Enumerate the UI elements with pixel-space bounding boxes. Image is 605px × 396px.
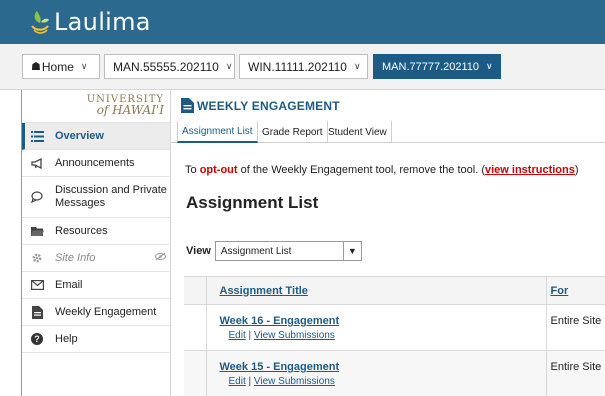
sidebar-item-overview[interactable]: Overview bbox=[22, 123, 170, 150]
view-filter: View Assignment List ▼ bbox=[186, 241, 362, 261]
action-separator: | bbox=[248, 330, 252, 341]
optout-highlight: opt-out bbox=[199, 164, 238, 176]
tab-assignment-list[interactable]: Assignment List bbox=[177, 121, 258, 143]
view-select-value: Assignment List bbox=[220, 245, 292, 257]
for-cell: Entire Site bbox=[546, 350, 605, 396]
for-cell: Entire Site bbox=[546, 304, 605, 351]
tab-student-view[interactable]: Student View bbox=[324, 121, 392, 143]
sidebar-item-label: Announcements bbox=[55, 156, 135, 169]
tab-grade-report[interactable]: Grade Report bbox=[258, 121, 328, 143]
row-spacer bbox=[184, 350, 207, 396]
edit-link[interactable]: Edit bbox=[229, 376, 246, 387]
site-tab-win11111[interactable]: WIN.11111.202110 ∨ bbox=[239, 54, 368, 79]
tool-content: WEEKLY ENGAGEMENT Assignment List Grade … bbox=[171, 90, 605, 396]
site-tab-label: WIN.11111.202110 bbox=[248, 59, 347, 74]
tool-menu: UNIVERSITY of HAWAI'I Overview Announcem… bbox=[22, 90, 171, 396]
tab-label: Student View bbox=[328, 126, 387, 138]
gear-icon bbox=[30, 251, 44, 265]
assignment-cell: Week 16 - Engagement Edit | View Submiss… bbox=[206, 304, 547, 351]
chevron-down-icon: ∨ bbox=[486, 61, 493, 71]
university-logo: UNIVERSITY of HAWAI'I bbox=[22, 90, 170, 123]
row-spacer bbox=[184, 304, 207, 351]
view-submissions-link[interactable]: View Submissions bbox=[254, 330, 335, 341]
envelope-icon bbox=[30, 278, 44, 292]
laulima-logo-icon bbox=[31, 11, 49, 34]
site-tab-label: MAN.55555.202110 bbox=[113, 59, 219, 74]
column-header-for[interactable]: For bbox=[546, 276, 605, 305]
tool-title-text: WEEKLY ENGAGEMENT bbox=[197, 98, 340, 113]
sidebar-item-announcements[interactable]: Announcements bbox=[22, 150, 170, 177]
sidebar-item-label: Weekly Engagement bbox=[55, 305, 157, 318]
dropdown-arrow-icon: ▼ bbox=[342, 242, 361, 260]
row-actions: Edit | View Submissions bbox=[229, 376, 546, 387]
optout-notice: To opt-out of the Weekly Engagement tool… bbox=[185, 164, 579, 176]
chevron-down-icon: ∨ bbox=[225, 61, 233, 71]
assignment-title-link[interactable]: Week 16 - Engagement bbox=[220, 315, 546, 327]
sidebar-item-label: Help bbox=[55, 332, 78, 345]
left-strip bbox=[0, 90, 22, 396]
sidebar-item-email[interactable]: Email bbox=[22, 272, 170, 299]
view-label: View bbox=[186, 245, 211, 257]
site-tab-label: Home bbox=[41, 59, 74, 74]
site-nav: ☗ Home ∨ MAN.55555.202110 ∨ WIN.11111.20… bbox=[0, 44, 605, 90]
optout-middle: of the Weekly Engagement tool, remove th… bbox=[237, 164, 485, 176]
megaphone-icon bbox=[30, 156, 44, 170]
optout-suffix: ) bbox=[574, 164, 579, 176]
view-submissions-link[interactable]: View Submissions bbox=[254, 376, 335, 387]
site-tab-man77777[interactable]: MAN.77777.202110 ∨ bbox=[373, 54, 501, 79]
assignment-title-link[interactable]: Week 15 - Engagement bbox=[220, 361, 546, 373]
column-header-title[interactable]: Assignment Title bbox=[206, 276, 547, 305]
app-name[interactable]: Laulima bbox=[54, 8, 151, 36]
tool-title: WEEKLY ENGAGEMENT bbox=[181, 98, 340, 113]
sidebar-item-label: Resources bbox=[55, 224, 108, 237]
action-separator: | bbox=[248, 376, 252, 387]
site-tab-home[interactable]: ☗ Home ∨ bbox=[22, 54, 100, 79]
page-heading: Assignment List bbox=[186, 193, 319, 212]
sidebar-item-label: Discussion and Private Messages bbox=[55, 184, 167, 209]
row-actions: Edit | View Submissions bbox=[229, 330, 546, 341]
sidebar-item-weekly-engagement[interactable]: Weekly Engagement bbox=[22, 299, 170, 326]
view-select[interactable]: Assignment List ▼ bbox=[214, 241, 362, 261]
site-tab-man55555[interactable]: MAN.55555.202110 ∨ bbox=[104, 54, 235, 79]
for-value: Entire Site bbox=[550, 315, 602, 327]
sort-title-link[interactable]: Assignment Title bbox=[220, 285, 308, 297]
sidebar-item-label: Site Info bbox=[55, 251, 96, 264]
assignment-table: Assignment Title For Week 16 - Engagemen… bbox=[184, 276, 605, 396]
brand-line2: of HAWAI'I bbox=[96, 103, 164, 117]
tab-label: Assignment List bbox=[182, 125, 253, 137]
optout-prefix: To bbox=[185, 164, 200, 176]
sidebar-item-label: Overview bbox=[55, 129, 104, 142]
tool-tabs: Assignment List Grade Report Student Vie… bbox=[171, 121, 605, 143]
sidebar-item-help[interactable]: ? Help bbox=[22, 326, 170, 353]
for-value: Entire Site bbox=[550, 361, 602, 373]
app-header: Laulima bbox=[0, 0, 605, 44]
table-row: Week 15 - Engagement Edit | View Submiss… bbox=[184, 350, 605, 396]
edit-link[interactable]: Edit bbox=[229, 330, 246, 341]
view-instructions-link[interactable]: view instructions bbox=[485, 164, 575, 176]
chat-icon bbox=[30, 190, 44, 204]
document-icon bbox=[181, 98, 194, 113]
list-icon bbox=[30, 129, 44, 143]
sidebar-item-site-info[interactable]: Site Info bbox=[22, 245, 170, 272]
tab-label: Grade Report bbox=[262, 126, 323, 138]
chevron-down-icon: ∨ bbox=[80, 61, 88, 71]
chevron-down-icon: ∨ bbox=[353, 61, 361, 71]
hidden-eye-icon bbox=[155, 252, 166, 261]
help-icon: ? bbox=[30, 332, 44, 346]
svg-text:?: ? bbox=[34, 334, 40, 344]
site-tab-label: MAN.77777.202110 bbox=[382, 60, 480, 73]
assignment-cell: Week 15 - Engagement Edit | View Submiss… bbox=[206, 350, 547, 396]
document-icon bbox=[30, 305, 44, 319]
sidebar-item-discussion[interactable]: Discussion and Private Messages bbox=[22, 177, 170, 218]
folder-icon bbox=[30, 224, 44, 238]
table-header-row: Assignment Title For bbox=[184, 276, 605, 305]
header-spacer bbox=[184, 276, 207, 305]
home-icon: ☗ bbox=[31, 61, 41, 73]
sidebar-item-resources[interactable]: Resources bbox=[22, 218, 170, 245]
sort-for-link[interactable]: For bbox=[551, 285, 569, 297]
table-row: Week 16 - Engagement Edit | View Submiss… bbox=[184, 304, 605, 351]
sidebar-item-label: Email bbox=[55, 278, 83, 291]
